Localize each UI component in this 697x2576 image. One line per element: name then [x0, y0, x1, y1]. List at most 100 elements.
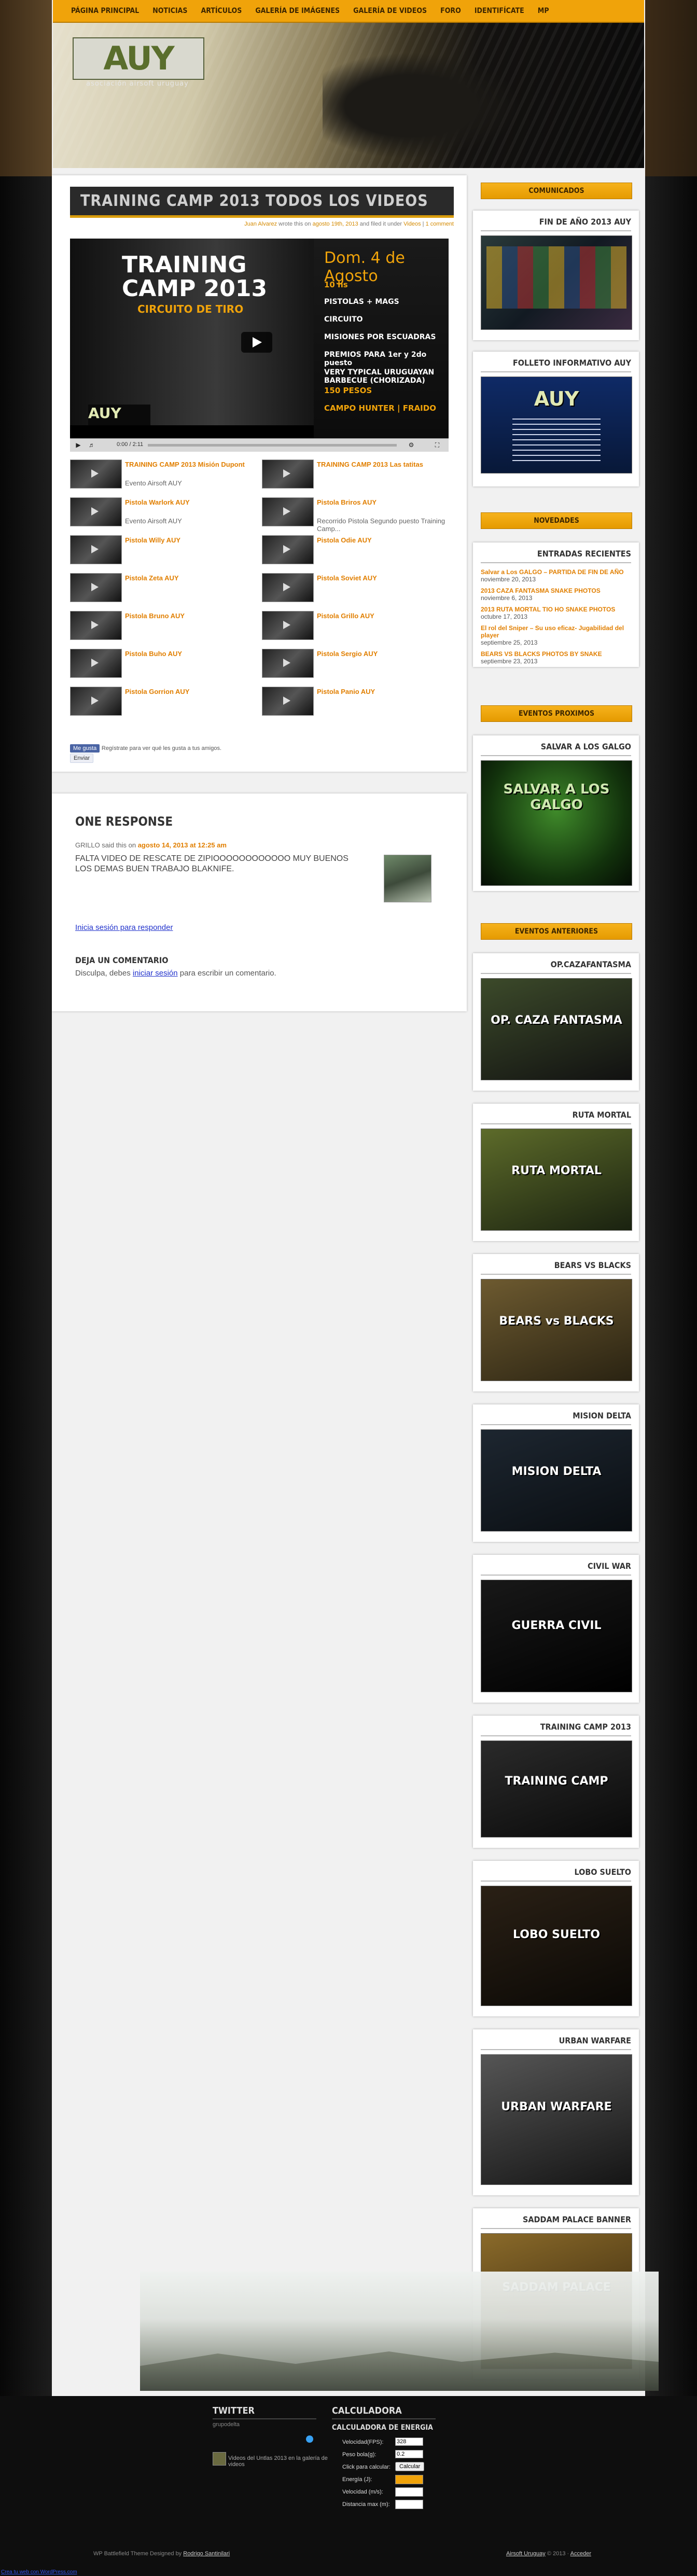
video-thumbnail[interactable] — [70, 687, 122, 716]
facebook-like: Me gusta Regístrate para ver qué les gus… — [70, 744, 329, 767]
calc-row-button: Click para calcular: Calcular — [332, 2461, 467, 2473]
video-thumbnail[interactable] — [70, 611, 122, 640]
video-thumbnail-item: Pistola Willy AUY — [70, 535, 262, 572]
site-logo[interactable]: AUY asociación airsoft uruguay — [73, 37, 204, 89]
video-thumbnail-item: Pistola Odie AUY — [262, 535, 454, 572]
entry-link[interactable]: El rol del Sniper – Su uso eficaz- Jugab… — [481, 624, 631, 639]
video-thumbnail[interactable] — [70, 535, 122, 564]
widget-past-event: URBAN WARFARE URBAN WARFARE — [473, 2029, 639, 2195]
video-poster: TRAINING CAMP 2013 CIRCUITO DE TIRO AUY — [70, 239, 314, 425]
post-author-link[interactable]: Juan Alvarez — [244, 221, 277, 227]
video-thumbnail[interactable] — [262, 497, 314, 526]
video-thumbnail-link[interactable]: Pistola Soviet AUY — [317, 574, 447, 582]
video-thumbnail[interactable] — [70, 573, 122, 602]
login-footer-link[interactable]: Acceder — [570, 2551, 591, 2557]
video-thumbnail-link[interactable]: TRAINING CAMP 2013 Misión Dupont — [125, 461, 255, 468]
header-banner: AUY asociación airsoft uruguay — [53, 23, 644, 168]
widget-image-past-event[interactable]: BEARS vs BLACKS — [481, 1279, 632, 1381]
past-event-caption: LOBO SUELTO — [513, 1928, 600, 1941]
weight-input[interactable] — [395, 2450, 423, 2458]
post-title: TRAINING CAMP 2013 TODOS LOS VIDEOS — [80, 192, 428, 210]
entry-link[interactable]: Salvar a Los GALGO – PARTIDA DE FIN DE A… — [481, 568, 631, 576]
entry-link[interactable]: 2013 CAZA FANTASMA SNAKE PHOTOS — [481, 587, 631, 594]
widget-image-past-event[interactable]: RUTA MORTAL — [481, 1129, 632, 1231]
video-thumbnail-desc: Recorrido Pistola Segundo puesto Trainin… — [317, 517, 445, 533]
settings-icon[interactable]: ⚙ — [407, 441, 415, 449]
widget-image-past-event[interactable]: TRAINING CAMP — [481, 1740, 632, 1837]
widget-image-past-event[interactable]: LOBO SUELTO — [481, 1886, 632, 2006]
play-button[interactable] — [241, 332, 272, 353]
video-thumbnail-link[interactable]: Pistola Willy AUY — [125, 536, 255, 544]
login-link[interactable]: iniciar sesión — [133, 969, 178, 978]
post-comments-link[interactable]: 1 comment — [426, 221, 454, 227]
video-thumbnail-item: Pistola Bruno AUY — [70, 611, 262, 647]
nav-item-image-gallery[interactable]: GALERÍA DE IMÁGENES — [248, 0, 346, 22]
video-thumbnail-link[interactable]: Pistola Zeta AUY — [125, 574, 255, 582]
video-thumbnail-link[interactable]: Pistola Warlork AUY — [125, 498, 255, 506]
video-thumbnail-link[interactable]: Pistola Odie AUY — [317, 536, 447, 544]
widget-title: MISION DELTA — [573, 1411, 631, 1421]
widget-image-folleto[interactable]: AUY — [481, 377, 632, 474]
entry-link[interactable]: BEARS VS BLACKS PHOTOS BY SNAKE — [481, 650, 631, 658]
video-thumbnail[interactable] — [70, 497, 122, 526]
widget-entradas-recientes: ENTRADAS RECIENTES Salvar a Los GALGO – … — [473, 542, 639, 667]
fb-like-button[interactable]: Me gusta — [70, 744, 100, 753]
nav-item-home[interactable]: PÁGINA PRINCIPAL — [64, 0, 146, 22]
fullscreen-icon[interactable]: ⛶ — [433, 441, 441, 449]
video-thumbnail[interactable] — [262, 687, 314, 716]
video-thumbnail-link[interactable]: TRAINING CAMP 2013 Las tatitas — [317, 461, 447, 468]
video-brand: AUY — [88, 405, 150, 425]
footer-calc-title: CALCULADORA — [332, 2405, 436, 2419]
fb-share-button[interactable]: Enviar — [70, 754, 94, 763]
video-thumbnail-link[interactable]: Pistola Panio AUY — [317, 688, 447, 695]
video-thumbnail-link[interactable]: Pistola Gorrion AUY — [125, 688, 255, 695]
widget-image-fin-de-ano[interactable] — [481, 235, 632, 330]
theme-author-link[interactable]: Rodrigo Santinilari — [183, 2551, 230, 2557]
video-thumbnail[interactable] — [70, 459, 122, 489]
widget-title: SADDAM PALACE BANNER — [523, 2215, 631, 2224]
calculate-button[interactable]: Calcular — [395, 2462, 425, 2471]
entry-date: septiembre 23, 2013 — [481, 658, 538, 665]
video-player[interactable]: TRAINING CAMP 2013 CIRCUITO DE TIRO AUY D… — [70, 239, 449, 452]
video-thumbnail[interactable] — [70, 649, 122, 678]
widget-image-past-event[interactable]: URBAN WARFARE — [481, 2054, 632, 2185]
twitter-icon[interactable] — [306, 2435, 313, 2443]
site-name-link[interactable]: Airsoft Uruguay — [506, 2551, 546, 2557]
widget-image-past-event[interactable]: OP. CAZA FANTASMA — [481, 978, 632, 1080]
nav-item-login[interactable]: IDENTIFÍCATE — [468, 0, 531, 22]
play-icon[interactable]: ▶ — [74, 441, 82, 449]
nav-item-forum[interactable]: FORO — [434, 0, 468, 22]
video-progress[interactable] — [148, 444, 397, 447]
video-thumbnail[interactable] — [262, 535, 314, 564]
widget-image-past-event[interactable]: MISION DELTA — [481, 1429, 632, 1531]
nav-item-mp[interactable]: MP — [531, 0, 556, 22]
widget-title: SALVAR A LOS GALGO — [540, 742, 631, 751]
video-thumbnail[interactable] — [262, 459, 314, 489]
widget-image-salvar-galgos[interactable]: SALVAR A LOS GALGO — [481, 760, 632, 886]
video-thumbnail-link[interactable]: Pistola Grillo AUY — [317, 612, 447, 620]
widget-title: FIN DE AÑO 2013 AUY — [539, 217, 631, 227]
video-thumbnail-link[interactable]: Pistola Sergio AUY — [317, 650, 447, 658]
widget-image-past-event[interactable]: GUERRA CIVIL — [481, 1580, 632, 1692]
nav-item-articles[interactable]: ARTÍCULOS — [194, 0, 248, 22]
nav-item-video-gallery[interactable]: GALERÍA DE VIDEOS — [346, 0, 434, 22]
post-date-link[interactable]: agosto 19th, 2013 — [313, 221, 358, 227]
past-event-caption: OP. CAZA FANTASMA — [491, 1014, 622, 1027]
volume-icon[interactable]: ♬ — [88, 441, 96, 449]
entry-link[interactable]: 2013 RUTA MORTAL TIO HO SNAKE PHOTOS — [481, 606, 631, 613]
video-thumbnail[interactable] — [262, 573, 314, 602]
video-thumbnail-item: Pistola Sergio AUY — [262, 649, 454, 685]
video-thumbnail[interactable] — [262, 611, 314, 640]
login-to-reply-link[interactable]: Inicia sesión para responder — [75, 923, 173, 932]
video-thumbnail[interactable] — [262, 649, 314, 678]
entry-date: octubre 17, 2013 — [481, 613, 528, 620]
widget-fin-de-ano: FIN DE AÑO 2013 AUY — [473, 211, 639, 340]
video-thumbnail-link[interactable]: Pistola Buho AUY — [125, 650, 255, 658]
comments-card: ONE RESPONSE GRILLO said this on agosto … — [52, 793, 467, 1011]
wordpress-link[interactable]: Crea tu web con WordPress.com — [1, 2569, 77, 2575]
video-thumbnail-link[interactable]: Pistola Briros AUY — [317, 498, 447, 506]
velocity-input[interactable] — [395, 2438, 423, 2446]
video-thumbnail-link[interactable]: Pistola Bruno AUY — [125, 612, 255, 620]
post-category-link[interactable]: Videos — [403, 221, 421, 227]
nav-item-news[interactable]: NOTICIAS — [146, 0, 194, 22]
